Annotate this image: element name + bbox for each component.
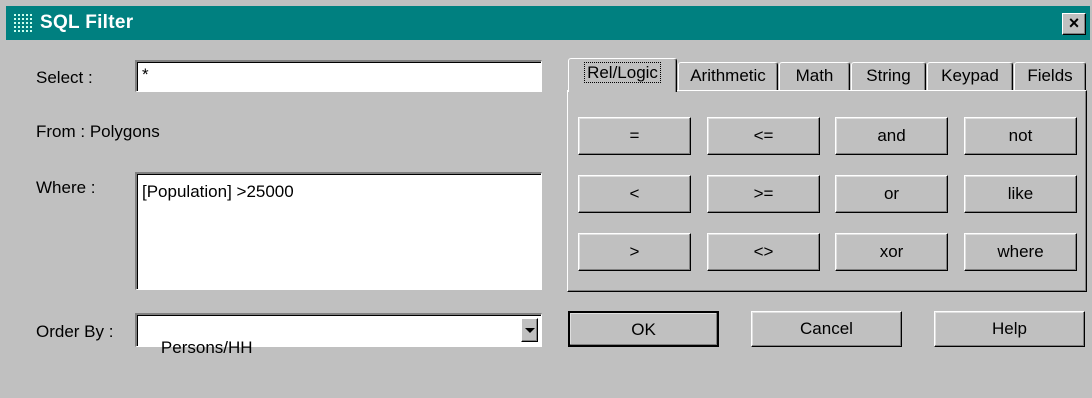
tab-label: String bbox=[866, 66, 911, 85]
tab-label: Keypad bbox=[941, 66, 999, 85]
op-not-equal-button[interactable]: <> bbox=[707, 233, 820, 271]
tab-arithmetic[interactable]: Arithmetic bbox=[678, 62, 778, 91]
sql-filter-dialog: SQL Filter × Select : * From : Polygons … bbox=[0, 0, 1092, 365]
op-greater-button[interactable]: > bbox=[578, 233, 691, 271]
tab-label: Fields bbox=[1027, 66, 1073, 85]
op-greater-equal-button[interactable]: >= bbox=[707, 175, 820, 213]
from-label: From : Polygons bbox=[36, 122, 160, 141]
tab-label: Rel/Logic bbox=[584, 62, 661, 83]
close-button[interactable]: × bbox=[1062, 13, 1086, 35]
select-label: Select : bbox=[36, 68, 93, 87]
op-not-button[interactable]: not bbox=[964, 117, 1077, 155]
tab-rel-logic[interactable]: Rel/Logic bbox=[568, 58, 677, 92]
op-or-button[interactable]: or bbox=[835, 175, 948, 213]
chevron-down-icon bbox=[525, 328, 535, 333]
tab-keypad[interactable]: Keypad bbox=[927, 62, 1013, 91]
help-button[interactable]: Help bbox=[934, 311, 1085, 347]
select-input[interactable]: * bbox=[135, 60, 542, 92]
dotgrid-app-icon bbox=[14, 14, 32, 32]
op-equals-button[interactable]: = bbox=[578, 117, 691, 155]
op-less-equal-button[interactable]: <= bbox=[707, 117, 820, 155]
close-icon: × bbox=[1068, 13, 1080, 33]
op-and-button[interactable]: and bbox=[835, 117, 948, 155]
window-title: SQL Filter bbox=[40, 12, 134, 33]
order-by-label: Order By : bbox=[36, 322, 114, 341]
tab-label: Arithmetic bbox=[690, 66, 766, 85]
where-label: Where : bbox=[36, 178, 96, 197]
title-bar[interactable]: SQL Filter × bbox=[6, 6, 1090, 40]
where-textarea[interactable]: [Population] >25000 bbox=[135, 172, 542, 290]
ok-button[interactable]: OK bbox=[568, 311, 719, 347]
tab-fields[interactable]: Fields bbox=[1014, 62, 1086, 91]
tab-math[interactable]: Math bbox=[779, 62, 850, 91]
cancel-button[interactable]: Cancel bbox=[751, 311, 902, 347]
op-where-button[interactable]: where bbox=[964, 233, 1077, 271]
order-by-select[interactable]: Persons/HH bbox=[135, 313, 542, 357]
order-by-value: Persons/HH bbox=[160, 338, 253, 357]
op-less-button[interactable]: < bbox=[578, 175, 691, 213]
op-xor-button[interactable]: xor bbox=[835, 233, 948, 271]
op-like-button[interactable]: like bbox=[964, 175, 1077, 213]
tab-string[interactable]: String bbox=[851, 62, 926, 91]
tab-label: Math bbox=[795, 66, 834, 85]
dropdown-arrow-button[interactable] bbox=[521, 318, 538, 342]
